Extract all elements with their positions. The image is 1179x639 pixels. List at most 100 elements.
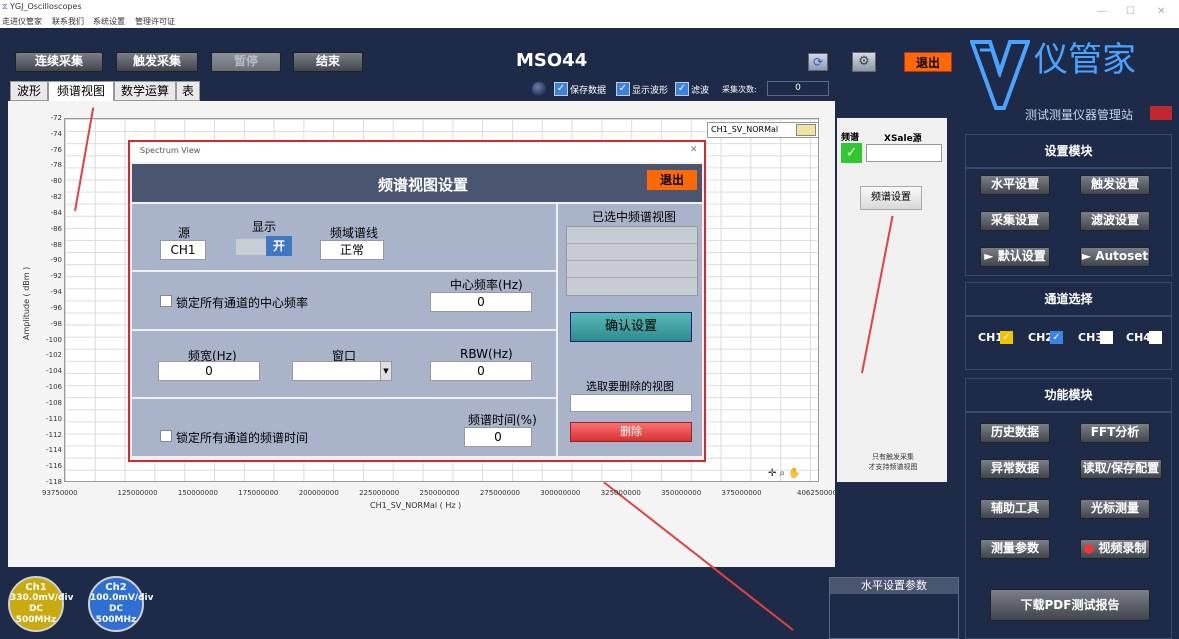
- ch4-label: CH4: [1126, 331, 1151, 344]
- default-settings-button[interactable]: ► 默认设置: [980, 247, 1050, 267]
- video-record-button[interactable]: ● 视频录制: [1080, 539, 1150, 559]
- spectrum-enable-checkbox[interactable]: ✓: [841, 143, 862, 163]
- ch1-badge-scale: 330.0mV/div: [10, 593, 74, 603]
- functions-body: 历史数据 FFT分析 异常数据 读取/保存配置 辅助工具 光标测量 测量参数 ●…: [965, 412, 1172, 639]
- cursor-measure-button[interactable]: 光标测量: [1080, 499, 1150, 519]
- x-tick-label: 375000000: [721, 489, 762, 497]
- y-tick-label: -98: [50, 319, 62, 328]
- window-title: YGJ_Oscilloscopes: [10, 2, 82, 11]
- menu-item-settings[interactable]: 系统设置: [93, 16, 125, 27]
- pause-button[interactable]: 暂停: [211, 52, 281, 72]
- menu-item-intro[interactable]: 走进仪管家: [2, 16, 42, 27]
- tab-math[interactable]: 数学运算: [114, 81, 176, 101]
- close-icon[interactable]: ✕: [1157, 6, 1165, 17]
- rbw-field[interactable]: 0: [430, 361, 532, 381]
- display-toggle[interactable]: 开: [266, 236, 292, 256]
- ch2-checkbox[interactable]: ✓: [1050, 331, 1063, 344]
- acq-count-label: 采集次数:: [722, 85, 757, 94]
- dialog-title: Spectrum View: [140, 146, 201, 155]
- source-label: 源: [178, 226, 191, 240]
- ch2-badge[interactable]: Ch2 100.0mV/div DC 500MHz: [88, 576, 154, 632]
- line-label: 频域谱线: [330, 226, 379, 240]
- spectrum-setup-button[interactable]: 频谱设置: [860, 186, 922, 210]
- ch1-badge[interactable]: Ch1 330.0mV/div DC 500MHz: [8, 576, 74, 632]
- x-tick-label: 300000000: [540, 489, 581, 497]
- y-tick-label: -90: [50, 256, 62, 265]
- x-tick-label: 200000000: [298, 489, 339, 497]
- title-bar: ⧖ YGJ_Oscilloscopes 走进仪管家 联系我们 系统设置 管理许可…: [0, 0, 1179, 28]
- status-led-icon: [532, 82, 546, 96]
- history-button[interactable]: 历史数据: [980, 423, 1050, 443]
- ch2-badge-bw: 500MHz: [95, 615, 137, 625]
- horizontal-settings-button[interactable]: 水平设置: [980, 175, 1050, 195]
- show-wave-label: 显示波形: [632, 86, 669, 96]
- ch1-badge-coupling: DC: [28, 604, 44, 614]
- dialog-exit-button[interactable]: 退出: [647, 170, 697, 190]
- lock-center-label: 锁定所有通道的中心频率: [176, 296, 309, 310]
- exit-button[interactable]: 退出: [904, 52, 952, 72]
- autoset-button[interactable]: ► Autoset: [1080, 247, 1150, 267]
- trigger-acquire-button[interactable]: 触发采集: [116, 52, 198, 72]
- source-field[interactable]: CH1: [160, 240, 206, 260]
- span-field[interactable]: 0: [158, 361, 260, 381]
- lock-time-checkbox[interactable]: [160, 430, 172, 442]
- tab-table[interactable]: 表: [176, 81, 200, 101]
- trigger-settings-button[interactable]: 触发设置: [1080, 175, 1150, 195]
- menu-item-contact[interactable]: 联系我们: [52, 16, 84, 27]
- filter-checkbox[interactable]: ✓: [675, 82, 689, 96]
- y-tick-label: -94: [50, 288, 62, 297]
- xsale-label: XSale源: [884, 134, 922, 144]
- time-field[interactable]: 0: [464, 427, 532, 447]
- ch2-badge-scale: 100.0mV/div: [90, 593, 154, 603]
- acq-count-value: 0: [767, 81, 829, 96]
- tab-spectrum-view[interactable]: 频谱视图: [48, 81, 114, 101]
- refresh-icon[interactable]: ⟳: [808, 53, 828, 71]
- autoset-label: Autoset: [1095, 249, 1149, 263]
- filter-settings-button[interactable]: 滤波设置: [1080, 211, 1150, 231]
- minimize-icon[interactable]: —: [1097, 6, 1107, 17]
- maximize-icon[interactable]: ☐: [1126, 6, 1135, 17]
- line-field[interactable]: 正常: [320, 240, 384, 260]
- abnormal-data-button[interactable]: 异常数据: [980, 459, 1050, 479]
- menu-item-license[interactable]: 管理许可证: [135, 16, 175, 27]
- xsale-source-field[interactable]: [866, 144, 942, 162]
- display-toggle-track[interactable]: [236, 239, 266, 255]
- plot-tools-icon[interactable]: ✛ ⌕ ✋: [768, 468, 801, 479]
- fft-button[interactable]: FFT分析: [1080, 423, 1150, 443]
- ch4-checkbox[interactable]: [1149, 331, 1162, 344]
- views-panel: 已选中频谱视图 确认设置 选取要删除的视图 删除: [558, 204, 702, 456]
- brand-accent-block: [1150, 106, 1172, 120]
- display-label: 显示: [252, 220, 277, 234]
- tab-waveform[interactable]: 波形: [10, 81, 48, 101]
- pdf-report-button[interactable]: 下载PDF测试报告: [990, 589, 1150, 621]
- trigger-note: 只有触发采集 才支持频谱视图: [868, 453, 918, 471]
- lock-center-checkbox[interactable]: [160, 295, 172, 307]
- window-select[interactable]: [292, 361, 392, 381]
- gear-icon[interactable]: ⚙: [852, 52, 876, 72]
- rbw-label: RBW(Hz): [460, 347, 513, 361]
- chevron-down-icon[interactable]: ▼: [380, 361, 392, 381]
- ch1-checkbox[interactable]: ✓: [1000, 331, 1013, 344]
- selected-views-list[interactable]: [566, 226, 698, 296]
- ch3-checkbox[interactable]: [1100, 331, 1113, 344]
- save-data-checkbox[interactable]: ✓: [554, 82, 568, 96]
- continuous-acquire-button[interactable]: 连续采集: [15, 52, 103, 72]
- confirm-button[interactable]: 确认设置: [570, 312, 692, 342]
- show-wave-checkbox[interactable]: ✓: [616, 82, 630, 96]
- delete-button[interactable]: 删除: [570, 422, 692, 442]
- y-tick-label: -116: [46, 462, 62, 471]
- x-tick-label: 350000000: [661, 489, 702, 497]
- center-freq-label: 中心频率(Hz): [450, 278, 523, 292]
- play-icon: ►: [984, 249, 998, 263]
- acquire-settings-button[interactable]: 采集设置: [980, 211, 1050, 231]
- legend-swatch-icon[interactable]: [796, 124, 816, 136]
- tools-button[interactable]: 辅助工具: [980, 499, 1050, 519]
- brand-logo-icon: [969, 32, 1031, 120]
- x-tick-label: 93750000: [42, 489, 78, 497]
- measure-params-button[interactable]: 测量参数: [980, 539, 1050, 559]
- rw-config-button[interactable]: 读取/保存配置: [1080, 459, 1162, 479]
- stop-button[interactable]: 结束: [293, 52, 363, 72]
- center-freq-field[interactable]: 0: [430, 292, 532, 312]
- delete-view-field[interactable]: [570, 394, 692, 412]
- dialog-close-icon[interactable]: ✕: [690, 145, 698, 155]
